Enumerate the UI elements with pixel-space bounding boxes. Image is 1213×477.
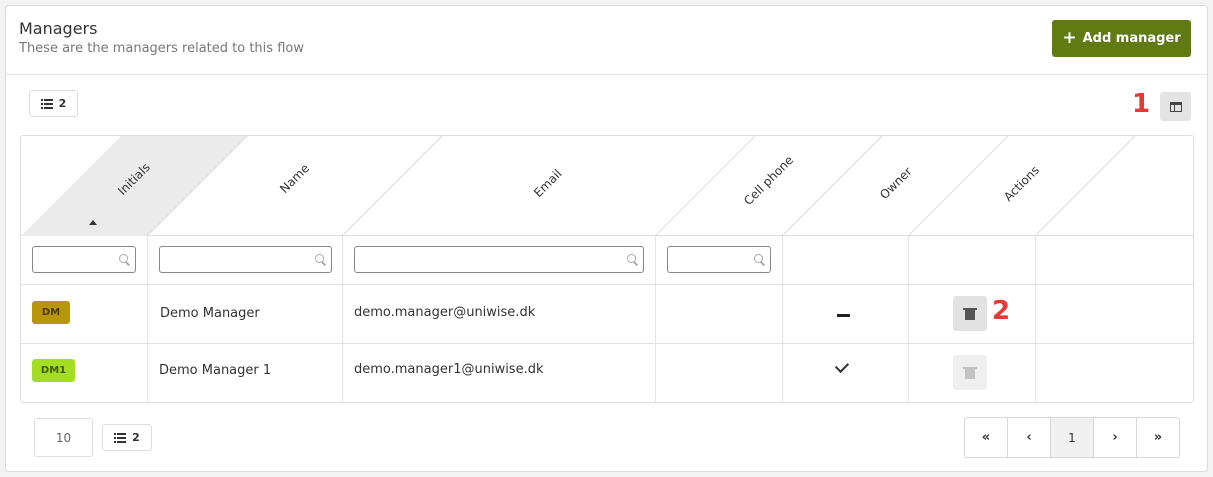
divider <box>655 236 656 402</box>
manager-email: demo.manager1@uniwise.dk <box>354 362 544 377</box>
email-filter-field[interactable] <box>355 247 643 272</box>
panel-header: Managers These are the managers related … <box>6 6 1207 75</box>
name-filter-field[interactable] <box>160 247 331 272</box>
list-icon <box>40 98 53 109</box>
divider <box>1035 236 1036 402</box>
first-page-button[interactable]: « <box>965 418 1008 457</box>
grid-header: Initials Name Email Cell phone Owner Act… <box>21 136 1193 236</box>
prev-page-button[interactable]: ‹ <box>1008 418 1051 457</box>
search-icon <box>754 254 764 264</box>
search-icon <box>119 254 129 264</box>
initials-badge: DM1 <box>32 359 75 382</box>
annotation-marker-1: 1 <box>1132 89 1151 119</box>
page-subtitle: These are the managers related to this f… <box>19 41 304 56</box>
footer-row-count: 2 <box>132 431 140 444</box>
pagination: « ‹ 1 › » <box>964 417 1180 458</box>
cell-phone-filter-input[interactable] <box>667 246 771 273</box>
divider <box>908 236 909 402</box>
add-manager-button[interactable]: + Add manager <box>1052 20 1191 57</box>
annotation-marker-2: 2 <box>992 296 1011 326</box>
divider <box>342 236 343 402</box>
not-owner-icon <box>837 314 850 317</box>
plus-icon: + <box>1062 28 1077 48</box>
delete-button[interactable] <box>953 296 987 331</box>
add-manager-label: Add manager <box>1082 31 1181 46</box>
manager-name: Demo Manager <box>160 306 260 321</box>
search-icon <box>627 254 637 264</box>
email-filter-input[interactable] <box>354 246 644 273</box>
managers-panel: Managers These are the managers related … <box>5 5 1208 472</box>
owner-check-icon <box>834 358 850 374</box>
initials-filter-input[interactable] <box>32 246 136 273</box>
sort-ascending-icon <box>89 220 97 225</box>
page-size-select[interactable]: 10 <box>34 418 93 457</box>
trash-icon <box>963 307 977 320</box>
managers-grid: Initials Name Email Cell phone Owner Act… <box>20 135 1194 403</box>
name-filter-input[interactable] <box>159 246 332 273</box>
footer-row-count-button[interactable]: 2 <box>102 424 152 451</box>
divider <box>21 284 1193 285</box>
initials-badge: DM <box>32 301 70 324</box>
row-count: 2 <box>58 97 67 110</box>
divider <box>147 236 148 402</box>
search-icon <box>315 254 325 264</box>
manager-email: demo.manager@uniwise.dk <box>354 305 536 320</box>
next-page-button[interactable]: › <box>1094 418 1137 457</box>
current-page-button[interactable]: 1 <box>1051 418 1094 457</box>
divider <box>782 236 783 402</box>
column-toggle-button[interactable] <box>1160 92 1191 121</box>
manager-name: Demo Manager 1 <box>159 363 272 378</box>
last-page-button[interactable]: » <box>1137 418 1179 457</box>
row-count-button[interactable]: 2 <box>29 90 78 117</box>
delete-button-disabled[interactable] <box>953 355 987 390</box>
divider <box>21 343 1193 344</box>
page-title: Managers <box>19 19 98 38</box>
columns-icon <box>1169 101 1182 112</box>
list-icon <box>114 432 127 443</box>
trash-icon <box>963 366 977 379</box>
